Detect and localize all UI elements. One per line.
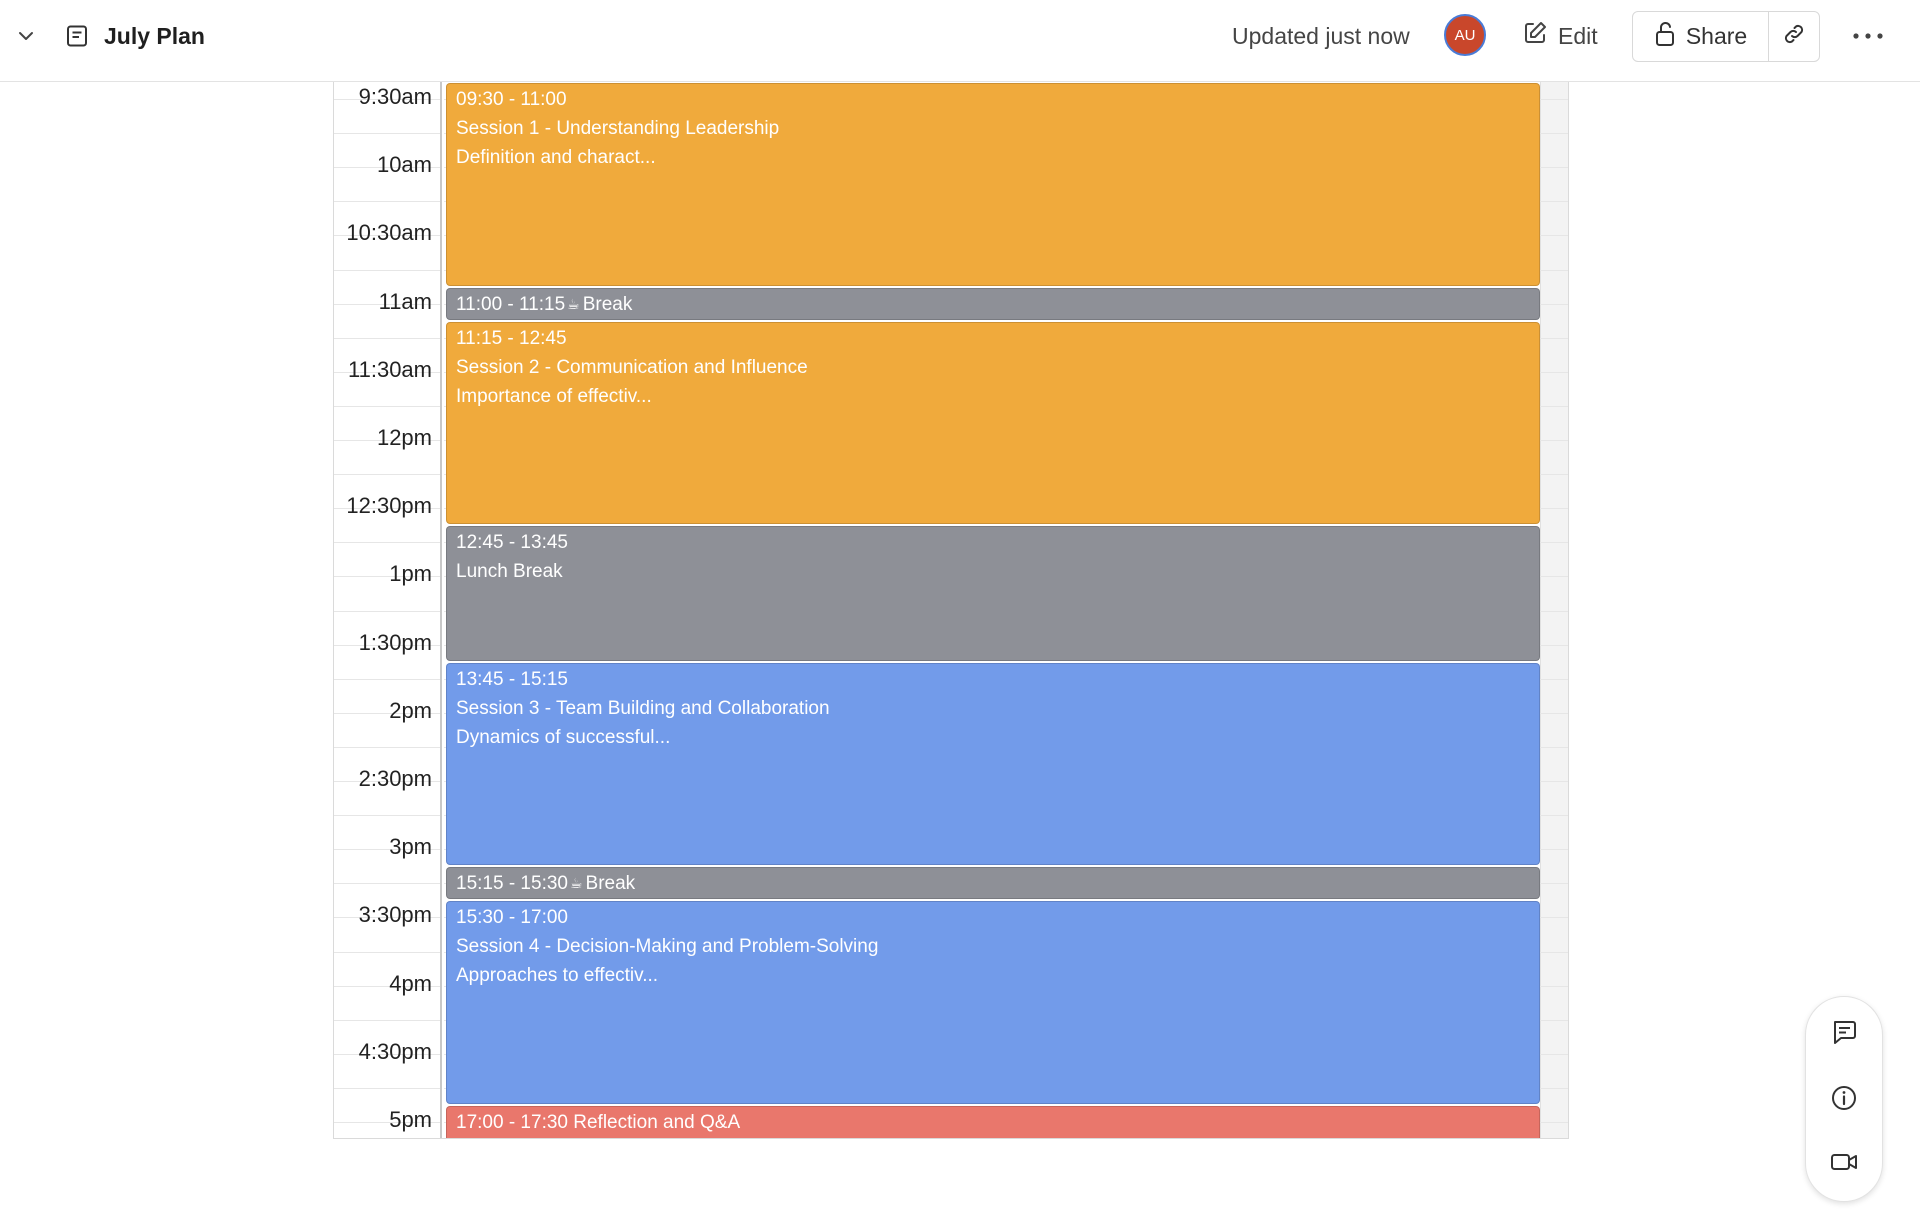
calendar-event[interactable]: 09:30 - 11:00 Session 1 - Understanding L… [446,83,1540,286]
avatar[interactable]: AU [1444,14,1486,56]
event-time: 12:45 - 13:45 [456,532,568,554]
event-description: Importance of effectiv... [456,385,652,407]
more-options-icon[interactable] [1848,20,1888,52]
grid-line [334,269,440,271]
time-label: 4:30pm [358,1038,432,1064]
event-title: Break [585,873,636,895]
grid-line [334,678,440,680]
grid-line [334,337,440,339]
event-time: 11:00 - 11:15 [456,293,566,315]
time-label: 3:30pm [358,902,432,928]
share-button[interactable]: Share [1633,12,1769,61]
side-toolbar [1805,996,1883,1202]
event-title: Session 1 - Understanding Leadership [456,118,780,139]
event-title: Session 3 - Team Building and Collaborat… [456,697,830,719]
time-label: 5pm [389,1107,432,1132]
page-title: July Plan [104,22,205,49]
copy-link-button[interactable] [1769,12,1819,61]
event-time: 15:15 - 15:30 [456,873,568,895]
grid-line [334,746,440,748]
event-title: Break [582,293,633,315]
coffee-icon: ☕ [569,875,583,892]
unlock-icon [1654,21,1676,53]
event-time: 13:45 - 15:15 [456,668,568,690]
grid-line [334,201,440,203]
share-label: Share [1685,23,1748,49]
event-time: 15:30 - 17:00 [456,907,568,929]
share-group: Share [1632,11,1820,62]
info-icon[interactable] [1825,1079,1863,1117]
edit-button[interactable]: Edit [1522,16,1598,56]
event-title: Session 4 - Decision-Making and Problem-… [456,936,879,958]
edit-icon [1522,20,1548,52]
edit-label: Edit [1558,22,1598,49]
grid-line [334,883,440,885]
event-time: 17:00 - 17:30 [456,1112,568,1133]
event-time: 09:30 - 11:00 [456,89,567,110]
grid-line [334,815,440,817]
time-label: 2:30pm [358,766,432,791]
time-label: 4pm [389,970,432,996]
time-label: 2pm [389,697,432,723]
time-label: 12pm [376,425,432,450]
calendar-event[interactable]: 17:00 - 17:30 Reflection and Q&A [446,1106,1540,1138]
updated-status: Updated just now [1232,22,1410,49]
calendar-event[interactable]: 15:15 - 15:30 ☕ Break [446,867,1540,900]
event-description: Definition and charact... [456,147,656,168]
event-description: Approaches to effectiv... [456,965,659,987]
collapse-chevron-icon[interactable] [12,22,40,50]
time-label: 9:30am [358,84,432,109]
calendar-event[interactable]: 12:45 - 13:45 Lunch Break [446,526,1540,661]
grid-line [334,542,440,544]
time-label: 12:30pm [346,493,432,519]
time-label: 11:30am [348,356,432,382]
calendar-event[interactable]: 11:00 - 11:15 ☕ Break [446,287,1540,320]
time-label: 10:30am [346,220,432,246]
time-label: 11am [378,288,432,314]
grid-line [334,474,440,476]
coffee-icon: ☕ [567,295,580,312]
comment-icon[interactable] [1825,1013,1863,1051]
top-bar: July Plan Updated just now AU Edit Share [0,0,1920,82]
calendar-event[interactable]: 13:45 - 15:15 Session 3 - Team Building a… [446,662,1540,866]
calendar-view: 9:30am 10am 10:30am 11am 11:30am 12pm 12:30pm 1… [333,82,1569,1139]
video-icon[interactable] [1825,1143,1863,1181]
time-label: 1pm [389,561,432,587]
calendar-event[interactable]: 11:15 - 12:45 Session 2 - Communication a… [446,321,1540,525]
event-title: Session 2 - Communication and Influence [456,356,808,378]
grid-line [334,133,440,135]
grid-line [334,1019,440,1021]
document-icon [64,23,90,49]
time-label: 10am [376,152,432,178]
grid-line [334,951,440,953]
event-title: Reflection and Q&A [573,1112,741,1133]
grid-line [334,610,440,612]
time-label: 3pm [389,834,432,860]
link-icon [1782,22,1806,51]
time-label: 1:30pm [358,629,432,655]
grid-line [334,405,440,407]
calendar-event[interactable]: 15:30 - 17:00 Session 4 - Decision-Making… [446,901,1540,1104]
avatar-initials: AU [1454,26,1476,44]
time-column: 9:30am 10am 10:30am 11am 11:30am 12pm 12:30pm 1… [334,82,442,1138]
grid-line [334,1087,440,1089]
event-description: Dynamics of successful... [456,726,671,748]
event-title: Lunch Break [456,561,563,583]
event-time: 11:15 - 12:45 [456,327,567,349]
